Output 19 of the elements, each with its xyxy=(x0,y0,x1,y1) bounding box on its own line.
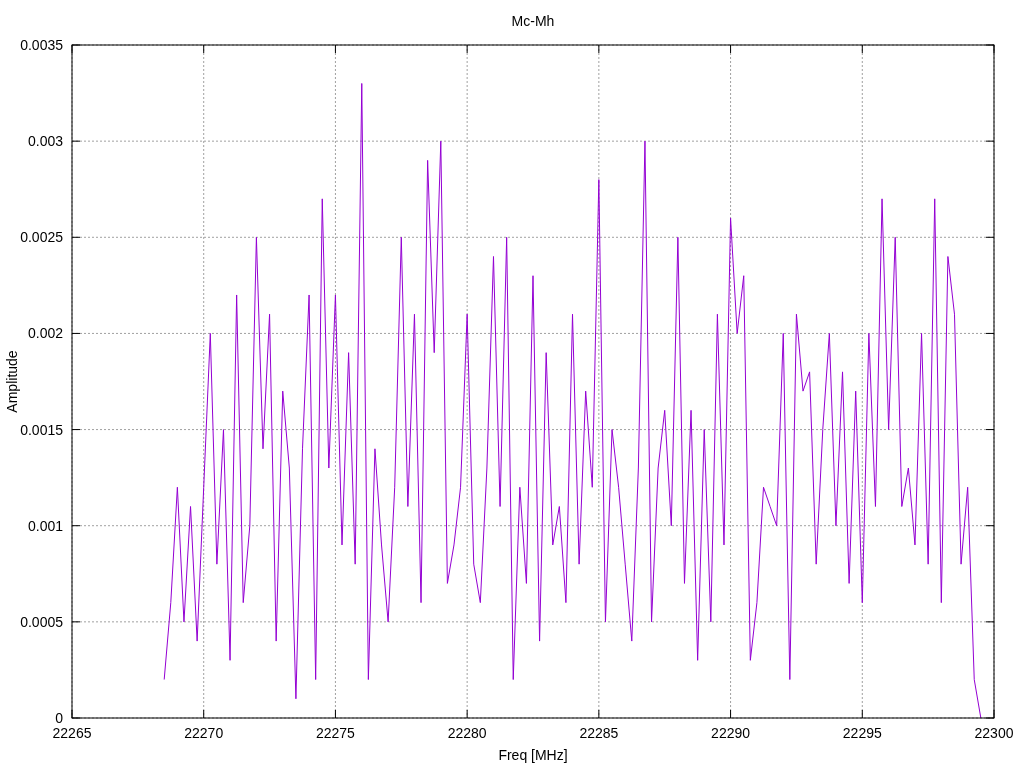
y-tick-label: 0 xyxy=(55,710,63,726)
y-tick-label: 0.0025 xyxy=(20,229,63,246)
y-tick-label: 0.001 xyxy=(27,517,63,534)
x-tick-label: 22275 xyxy=(315,725,355,741)
y-tick-label: 0.002 xyxy=(27,325,63,342)
x-axis-label: Freq [MHz] xyxy=(498,747,568,763)
y-tick-label: 0.0035 xyxy=(20,37,63,53)
x-tick-label: 22280 xyxy=(447,725,487,741)
y-tick-label: 0.003 xyxy=(27,133,63,150)
x-tick-label: 22300 xyxy=(974,725,1014,741)
chart-title: Mc-Mh xyxy=(511,13,555,29)
x-tick-label: 22265 xyxy=(52,725,92,741)
y-tick-label: 0.0015 xyxy=(20,421,63,438)
x-tick-label: 22285 xyxy=(579,725,619,741)
y-tick-label: 0.0005 xyxy=(20,613,63,630)
x-tick-label: 22270 xyxy=(184,725,224,741)
x-tick-label: 22290 xyxy=(711,725,751,741)
y-axis-label: Amplitude xyxy=(4,350,20,413)
x-tick-label: 22295 xyxy=(842,725,882,741)
